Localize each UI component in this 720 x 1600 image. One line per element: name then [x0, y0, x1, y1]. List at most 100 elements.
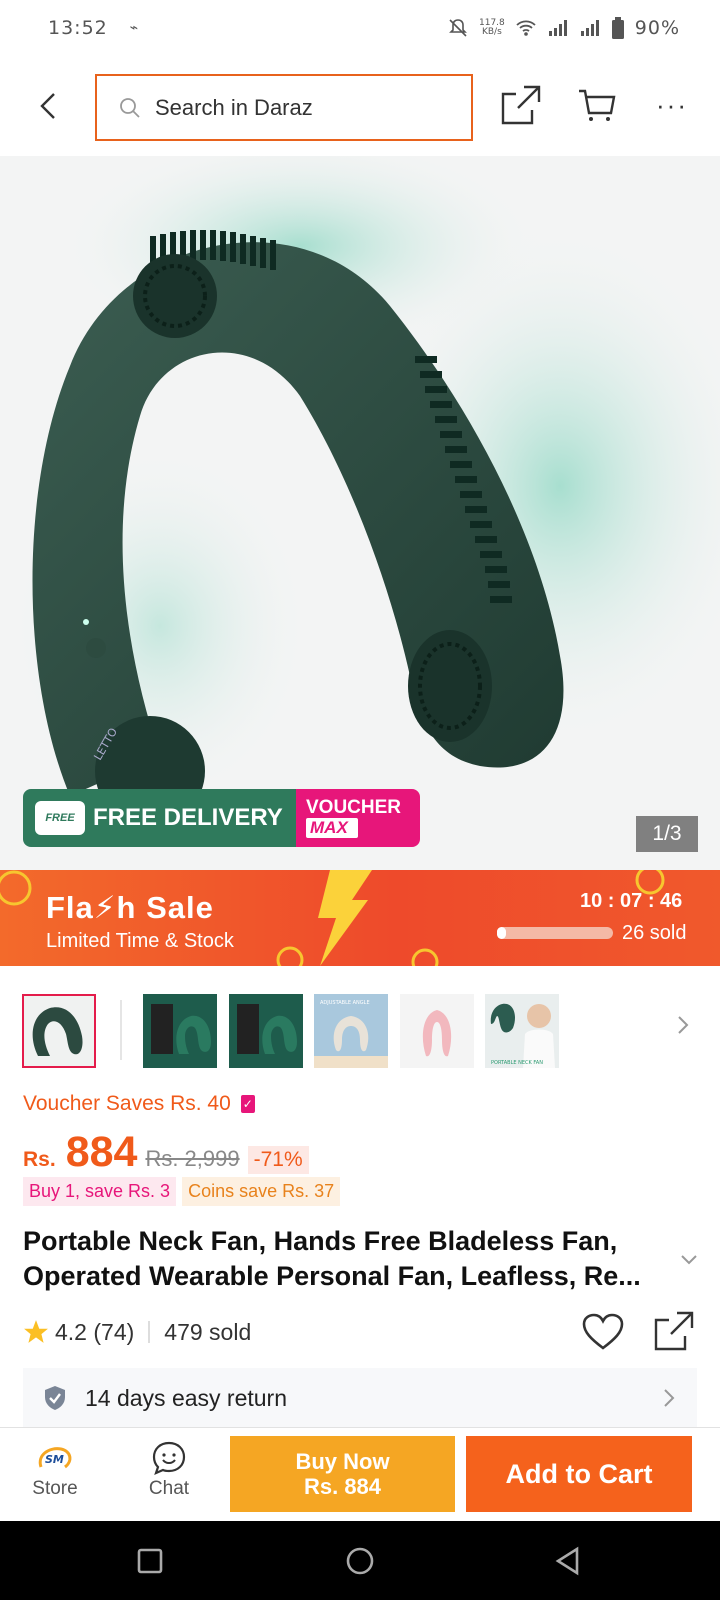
- discount-badge: -71%: [247, 1146, 309, 1174]
- store-logo-icon: SM: [38, 1447, 72, 1469]
- net-speed: 117.8 KB/s: [479, 19, 505, 37]
- buy-now-label: Buy Now: [295, 1449, 390, 1474]
- current-price: 884: [65, 1128, 138, 1176]
- add-to-cart-label: Add to Cart: [505, 1458, 653, 1489]
- sold-count: 479 sold: [164, 1318, 252, 1345]
- buy-now-button[interactable]: Buy Now Rs. 884: [230, 1436, 455, 1512]
- thumbnail-image: [24, 996, 94, 1066]
- add-to-cart-button[interactable]: Add to Cart: [466, 1436, 692, 1512]
- product-title[interactable]: Portable Neck Fan, Hands Free Bladeless …: [23, 1224, 663, 1294]
- share-icon: [501, 85, 541, 125]
- image-counter: 1/3: [636, 816, 698, 852]
- search-icon: [120, 97, 140, 118]
- store-label: Store: [32, 1478, 78, 1499]
- chat-label: Chat: [148, 1478, 190, 1499]
- voucher-savings[interactable]: Voucher Saves Rs. 40 ✓: [23, 1092, 255, 1116]
- flash-sale-title: Fla⚡h Sale: [46, 890, 214, 925]
- signal-icon-1: [548, 20, 567, 36]
- usb-icon: ⌁: [129, 20, 140, 36]
- free-delivery-section: FREE FREE DELIVERY: [23, 789, 296, 847]
- battery-icon: [611, 17, 624, 39]
- back-arrow-icon: [40, 93, 55, 119]
- price-currency: Rs.: [23, 1148, 56, 1171]
- thumbnail-5[interactable]: [400, 994, 474, 1068]
- review-count[interactable]: (74): [93, 1319, 134, 1346]
- search-placeholder: Search in Daraz: [155, 94, 313, 120]
- original-price: Rs. 2,999: [145, 1146, 240, 1171]
- promo-coins-save[interactable]: Coins save Rs. 37: [182, 1177, 341, 1206]
- free-delivery-label: FREE DELIVERY: [93, 804, 283, 831]
- thumbnail-image: [143, 994, 217, 1068]
- chevron-right-icon: [664, 1389, 675, 1407]
- bottom-action-bar: SM Store Chat Buy Now Rs. 884 Add to Car…: [0, 1427, 720, 1521]
- star-icon: [24, 1320, 48, 1343]
- truck-icon: FREE: [35, 801, 85, 835]
- cart-icon: [579, 89, 616, 121]
- share-button[interactable]: [500, 84, 542, 126]
- flash-sale-progress-fill: [497, 927, 507, 939]
- price-row: Rs. 884 Rs. 2,999 -71%: [23, 1128, 309, 1177]
- store-button[interactable]: SM Store: [20, 1438, 90, 1500]
- net-speed-unit: KB/s: [481, 27, 502, 37]
- flash-sale-subtitle: Limited Time & Stock: [46, 930, 234, 952]
- thumbnails-next-button[interactable]: [676, 1014, 696, 1044]
- chevron-right-icon: [678, 1016, 689, 1034]
- flash-sale-sold: 26 sold: [622, 922, 687, 944]
- app-header: Search in Daraz ···: [0, 68, 720, 152]
- share-icon[interactable]: [653, 1310, 695, 1352]
- thumbnail-image: PORTABLE NECK FAN: [485, 994, 559, 1068]
- wifi-icon: [516, 20, 536, 36]
- shield-check-icon: [45, 1386, 65, 1410]
- voucher-max-line1: VOUCHER: [306, 797, 402, 818]
- flash-sale-banner[interactable]: Fla⚡h Sale Limited Time & Stock 10 : 07 …: [0, 870, 720, 966]
- product-image: LETTO: [10, 156, 720, 826]
- rating-value[interactable]: 4.2: [55, 1319, 87, 1346]
- recent-apps-icon[interactable]: [132, 1543, 168, 1579]
- rating-separator: [148, 1321, 151, 1343]
- search-input[interactable]: Search in Daraz: [95, 74, 473, 141]
- cart-button[interactable]: [577, 86, 617, 126]
- thumbnail-strip: ADJUSTABLE ANGLE PORTABLE NECK FAN: [0, 994, 720, 1068]
- thumbnail-6[interactable]: PORTABLE NECK FAN: [485, 994, 559, 1068]
- buy-now-price: Rs. 884: [303, 1474, 382, 1499]
- flash-sale-timer: 10 : 07 : 46: [580, 890, 683, 912]
- mute-icon: [449, 19, 467, 37]
- more-options-button[interactable]: ···: [656, 90, 692, 120]
- rating-row: 4.2 (74) 479 sold: [23, 1310, 703, 1352]
- return-policy-text: 14 days easy return: [85, 1384, 288, 1411]
- thumbnail-2[interactable]: [143, 994, 217, 1068]
- voucher-max-line2: MAX: [306, 818, 358, 838]
- thumbnail-image: ADJUSTABLE ANGLE: [314, 994, 388, 1068]
- status-time: 13:52: [48, 17, 108, 39]
- product-image-carousel[interactable]: LETTO FREE FREE DELIVERY VOUCHER MAX 1/3: [0, 156, 720, 870]
- wishlist-heart-icon[interactable]: [581, 1312, 625, 1352]
- thumbnail-1[interactable]: [22, 994, 96, 1068]
- chevron-down-icon[interactable]: [680, 1254, 698, 1266]
- thumbnail-6-text: PORTABLE NECK FAN: [491, 1060, 543, 1066]
- status-bar: 13:52 ⌁ 117.8 KB/s 90%: [0, 0, 720, 56]
- voucher-icon: ✓: [240, 1095, 255, 1113]
- home-icon[interactable]: [342, 1543, 378, 1579]
- thumbnail-image: [400, 994, 474, 1068]
- thumbnail-4-text: ADJUSTABLE ANGLE: [320, 1000, 370, 1006]
- chat-button[interactable]: Chat: [134, 1438, 204, 1500]
- voucher-max-badge: VOUCHER MAX: [296, 789, 420, 847]
- battery-percent: 90%: [634, 17, 680, 39]
- store-logo-text: SM: [45, 1453, 64, 1466]
- thumbnail-divider: [120, 1000, 122, 1060]
- thumbnail-3[interactable]: [229, 994, 303, 1068]
- back-nav-icon[interactable]: [550, 1543, 586, 1579]
- voucher-savings-text: Voucher Saves Rs. 40: [23, 1092, 231, 1115]
- promo-buy-save[interactable]: Buy 1, save Rs. 3: [23, 1177, 177, 1206]
- thumbnail-image: [229, 994, 303, 1068]
- chat-icon: [152, 1441, 186, 1475]
- more-icon: ···: [656, 90, 688, 120]
- promo-tags: Buy 1, save Rs. 3 Coins save Rs. 37: [23, 1177, 341, 1206]
- signal-icon-2: [580, 20, 599, 36]
- return-policy-row[interactable]: 14 days easy return: [23, 1368, 697, 1428]
- thumbnail-4[interactable]: ADJUSTABLE ANGLE: [314, 994, 388, 1068]
- flash-sale-progress: [497, 927, 613, 939]
- back-button[interactable]: [30, 86, 66, 126]
- lightning-icon: [318, 870, 372, 966]
- system-nav-bar: [0, 1521, 720, 1600]
